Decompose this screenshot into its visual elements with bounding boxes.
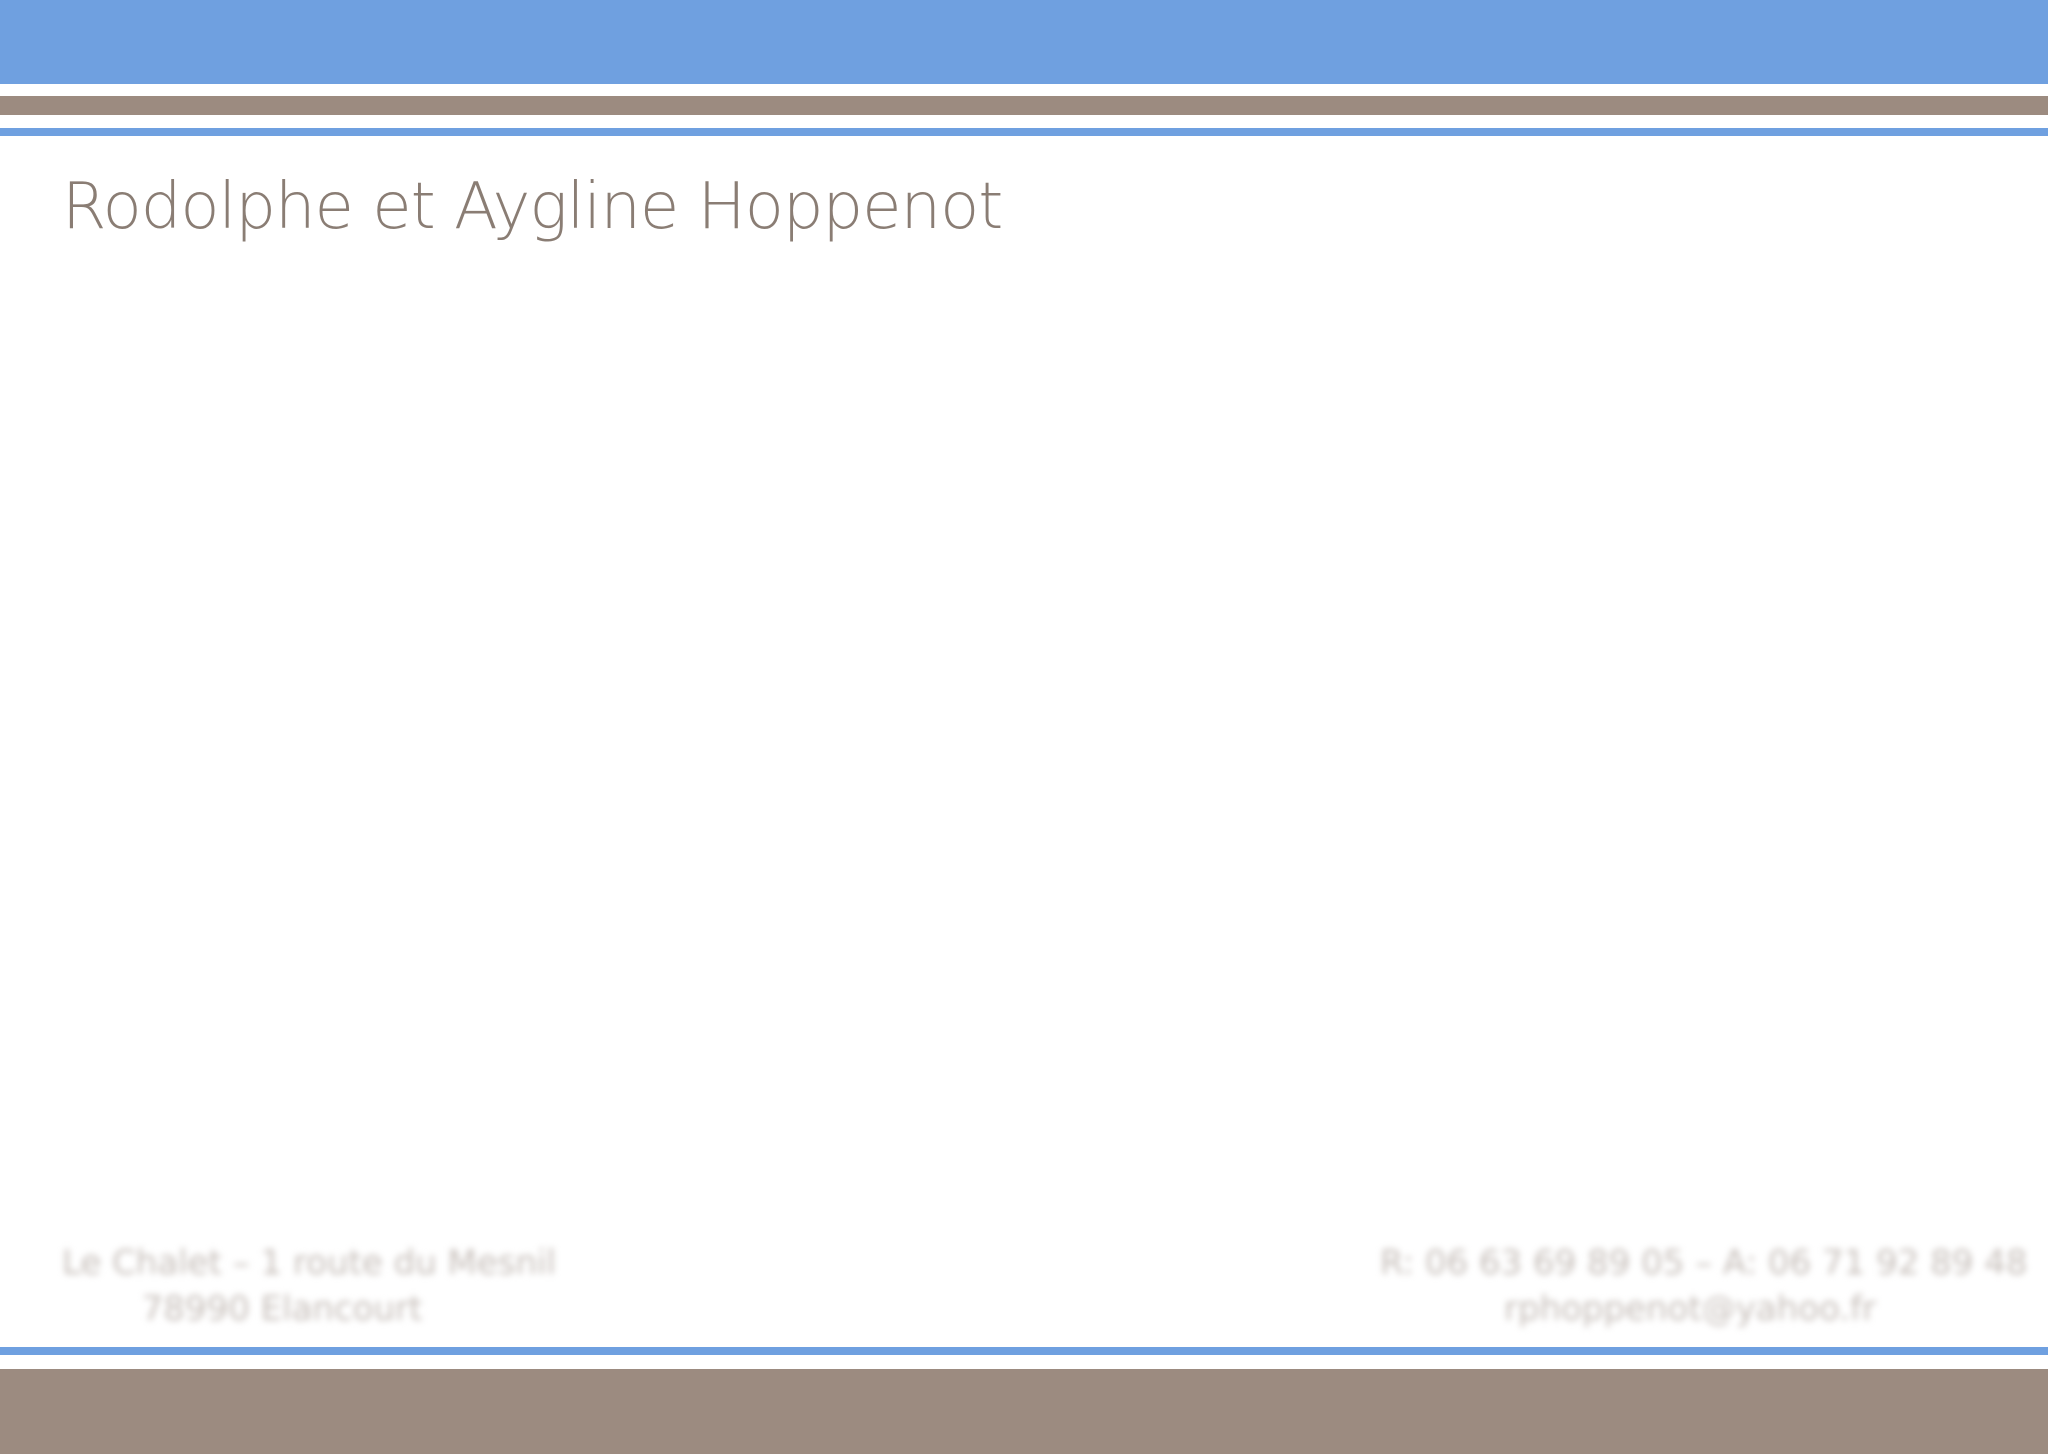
bottom-thin-blue-stripe bbox=[0, 1347, 2048, 1355]
letterhead-title: Rodolphe et Aygline Hoppenot bbox=[62, 170, 1003, 244]
top-brown-stripe bbox=[0, 96, 2048, 115]
footer-email: rphoppenot@yahoo.fr bbox=[1504, 1289, 1876, 1329]
bottom-brown-band bbox=[0, 1369, 2048, 1454]
top-blue-band bbox=[0, 0, 2048, 84]
footer-address-line-2: 78990 Elancourt bbox=[141, 1289, 423, 1329]
top-thin-blue-stripe bbox=[0, 128, 2048, 136]
footer-contact: R: 06 63 69 89 05 – A: 06 71 92 89 48 rp… bbox=[1380, 1240, 2028, 1332]
footer-phone-numbers: R: 06 63 69 89 05 – A: 06 71 92 89 48 bbox=[1380, 1243, 2028, 1283]
footer-address-line-1: Le Chalet – 1 route du Mesnil bbox=[62, 1243, 556, 1283]
footer-address: Le Chalet – 1 route du Mesnil 78990 Elan… bbox=[62, 1240, 556, 1332]
